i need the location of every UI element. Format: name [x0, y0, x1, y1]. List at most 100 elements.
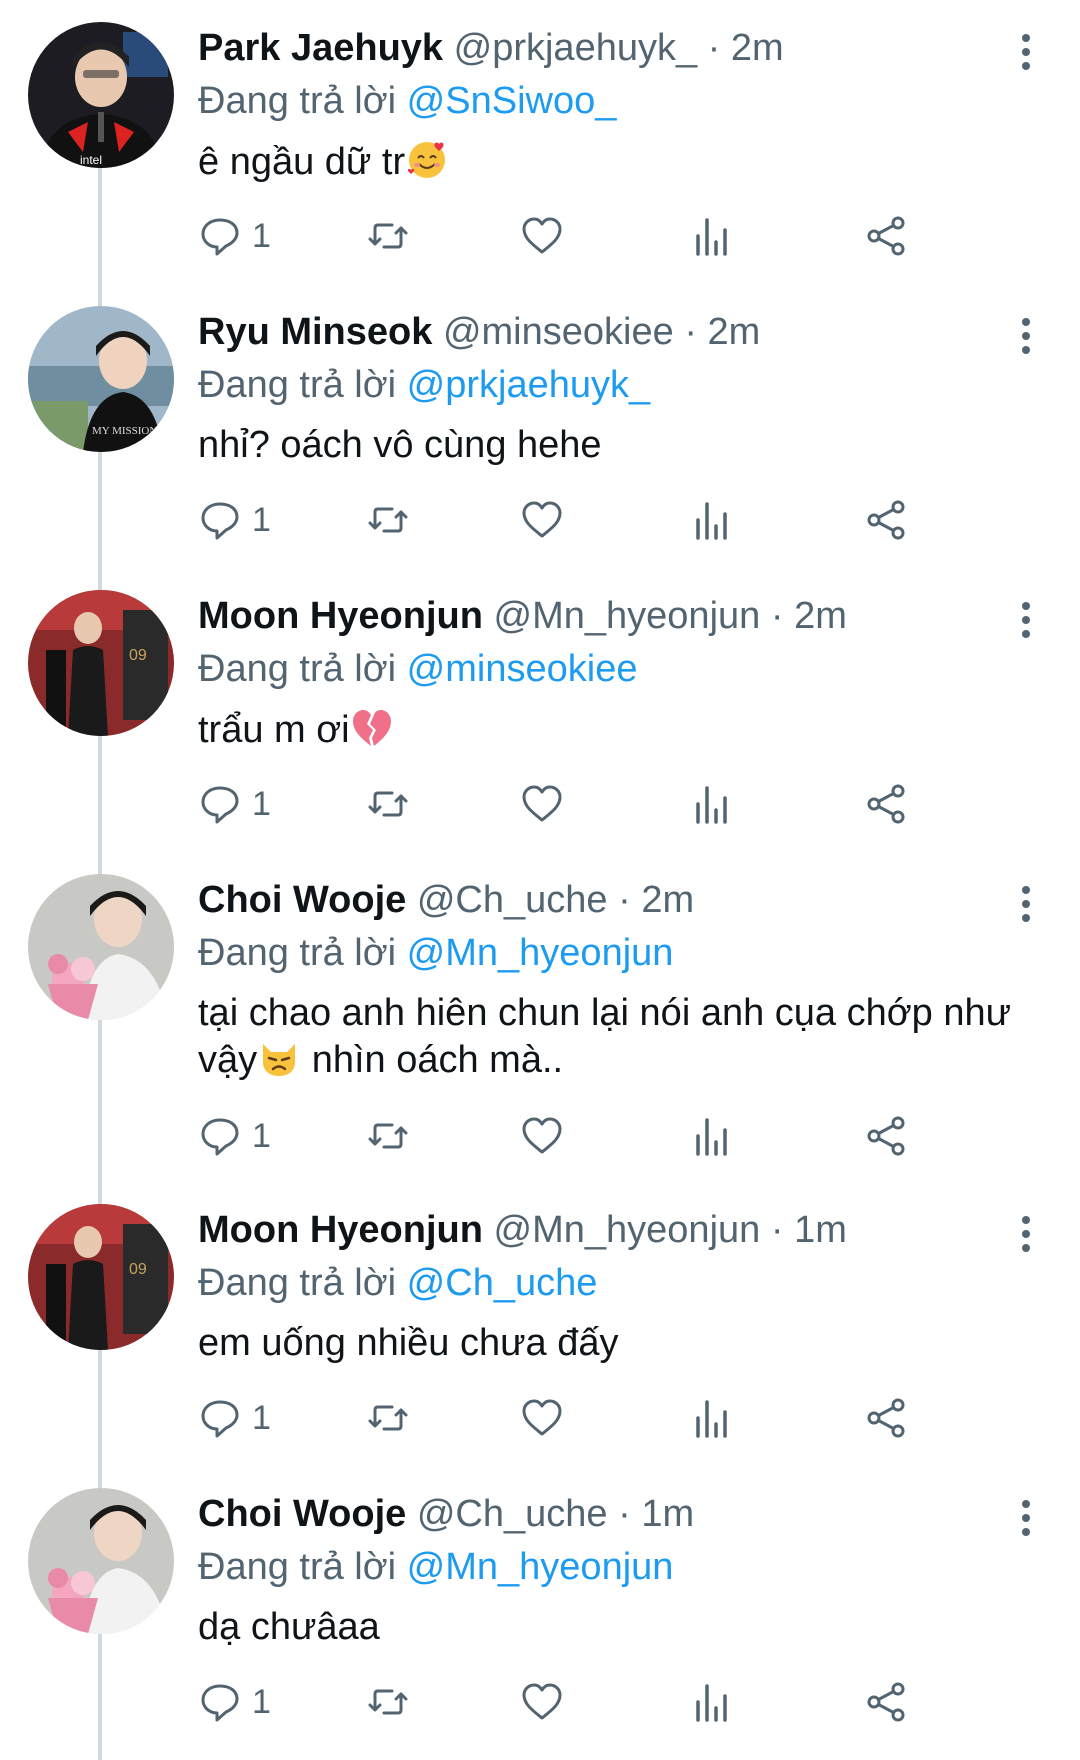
analytics-icon	[696, 1400, 727, 1438]
avatar[interactable]	[28, 874, 174, 1020]
reply-button[interactable]: 1	[198, 1672, 271, 1732]
replying-to-handle[interactable]: @prkjaehuyk_	[407, 364, 650, 406]
user-handle[interactable]: @Mn_hyeonjun	[494, 595, 761, 637]
retweet-button[interactable]	[366, 1672, 410, 1732]
tweet[interactable]: Choi Wooje @Ch_uche · 1m Đang trả lời @M…	[0, 1466, 1080, 1751]
tweet-text: em uống nhiều chưa đấy	[198, 1320, 1034, 1366]
retweet-button[interactable]	[366, 1388, 410, 1448]
avatar[interactable]	[28, 1488, 174, 1634]
share-button[interactable]	[864, 1672, 908, 1732]
replying-to-label: Đang trả lời	[198, 648, 397, 690]
share-button[interactable]	[864, 206, 908, 266]
reply-count: 1	[252, 1398, 271, 1437]
user-handle[interactable]: @Mn_hyeonjun	[494, 1209, 761, 1251]
more-options-icon[interactable]	[1016, 316, 1036, 356]
avatar[interactable]: 09	[28, 590, 174, 736]
retweet-icon	[368, 1405, 408, 1431]
display-name[interactable]: Moon Hyeonjun	[198, 595, 483, 637]
heart-icon	[522, 1683, 562, 1720]
display-name[interactable]: Park Jaehuyk	[198, 27, 443, 69]
analytics-button[interactable]	[692, 206, 736, 266]
avatar[interactable]: MY MISSION	[28, 306, 174, 452]
more-options-icon[interactable]	[1016, 600, 1036, 640]
share-button[interactable]	[864, 774, 908, 834]
more-options-icon[interactable]	[1016, 884, 1036, 924]
share-button[interactable]	[864, 1106, 908, 1166]
reply-count: 1	[252, 216, 271, 255]
avatar[interactable]: 09	[28, 1204, 174, 1350]
reply-button[interactable]: 1	[198, 206, 271, 266]
tweet[interactable]: 09 Moon Hyeonjun @Mn_hyeonjun · 2m Đang …	[0, 568, 1080, 852]
share-button[interactable]	[864, 1388, 908, 1448]
retweet-button[interactable]	[366, 490, 410, 550]
timestamp[interactable]: 2m	[731, 27, 784, 69]
analytics-button[interactable]	[692, 1388, 736, 1448]
timestamp[interactable]: 1m	[641, 1493, 694, 1535]
replying-to-handle[interactable]: @SnSiwoo_	[407, 80, 617, 122]
separator-dot: ·	[618, 1493, 631, 1535]
like-button[interactable]	[520, 1106, 564, 1166]
tweet[interactable]: MY MISSION Ryu Minseok @minseokiee · 2m …	[0, 284, 1080, 568]
like-button[interactable]	[520, 206, 564, 266]
replying-to-handle[interactable]: @Ch_uche	[407, 1262, 598, 1304]
display-name[interactable]: Choi Wooje	[198, 879, 406, 921]
replying-to: Đang trả lời @prkjaehuyk_	[198, 360, 1034, 410]
tweet[interactable]: 09 Moon Hyeonjun @Mn_hyeonjun · 1m Đang …	[0, 1182, 1080, 1466]
reply-count: 1	[252, 1682, 271, 1721]
more-options-icon[interactable]	[1016, 1214, 1036, 1254]
tweet-text: tại chao anh hiên chun lại nói anh cụa c…	[198, 990, 1034, 1083]
tweet-text-body: em uống nhiều chưa đấy	[198, 1322, 619, 1364]
like-button[interactable]	[520, 1672, 564, 1732]
retweet-button[interactable]	[366, 206, 410, 266]
tweet[interactable]: intel Park Jaehuyk @prkjaehuyk_ · 2m Đan…	[0, 0, 1080, 284]
replying-to-handle[interactable]: @Mn_hyeonjun	[407, 932, 674, 974]
share-icon	[867, 500, 905, 540]
timestamp[interactable]: 2m	[708, 311, 761, 353]
replying-to-label: Đang trả lời	[198, 1262, 397, 1304]
more-options-icon[interactable]	[1016, 32, 1036, 72]
reply-button[interactable]: 1	[198, 774, 271, 834]
analytics-button[interactable]	[692, 1672, 736, 1732]
like-button[interactable]	[520, 490, 564, 550]
avatar[interactable]: intel	[28, 22, 174, 168]
replying-to-handle[interactable]: @minseokiee	[407, 648, 638, 690]
reply-count: 1	[252, 500, 271, 539]
share-icon	[867, 784, 905, 824]
reply-button[interactable]: 1	[198, 490, 271, 550]
analytics-button[interactable]	[692, 490, 736, 550]
display-name[interactable]: Choi Wooje	[198, 1493, 406, 1535]
replying-to: Đang trả lời @SnSiwoo_	[198, 76, 1034, 126]
retweet-button[interactable]	[366, 774, 410, 834]
retweet-button[interactable]	[366, 1106, 410, 1166]
timestamp[interactable]: 1m	[794, 1209, 847, 1251]
separator-dot: ·	[770, 595, 784, 637]
display-name[interactable]: Ryu Minseok	[198, 311, 432, 353]
tweet-header: Park Jaehuyk @prkjaehuyk_ · 2m	[198, 20, 1034, 76]
share-button[interactable]	[864, 490, 908, 550]
user-handle[interactable]: @Ch_uche	[417, 879, 608, 921]
like-button[interactable]	[520, 1388, 564, 1448]
user-handle[interactable]: @Ch_uche	[417, 1493, 608, 1535]
more-options-icon[interactable]	[1016, 1498, 1036, 1538]
reply-button[interactable]: 1	[198, 1388, 271, 1448]
reply-button[interactable]: 1	[198, 1106, 271, 1166]
display-name[interactable]: Moon Hyeonjun	[198, 1209, 483, 1251]
analytics-button[interactable]	[692, 774, 736, 834]
retweet-icon	[368, 223, 408, 249]
retweet-icon	[368, 1123, 408, 1149]
replying-to-handle[interactable]: @Mn_hyeonjun	[407, 1546, 674, 1588]
tweet-text: ê ngầu dữ tr	[198, 138, 1034, 185]
tweet-header: Choi Wooje @Ch_uche · 1m	[198, 1486, 1034, 1542]
pouting-cat-icon	[263, 1044, 296, 1076]
broken-heart-icon	[352, 710, 391, 746]
timestamp[interactable]: 2m	[794, 595, 847, 637]
user-handle[interactable]: @minseokiee	[443, 311, 674, 353]
analytics-button[interactable]	[692, 1106, 736, 1166]
separator-dot: ·	[618, 879, 631, 921]
like-button[interactable]	[520, 774, 564, 834]
heart-icon	[522, 1399, 562, 1436]
user-handle[interactable]: @prkjaehuyk_	[454, 27, 697, 69]
tweet[interactable]: Choi Wooje @Ch_uche · 2m Đang trả lời @M…	[0, 852, 1080, 1182]
timestamp[interactable]: 2m	[641, 879, 694, 921]
tweet-actions: 1	[198, 774, 1028, 834]
